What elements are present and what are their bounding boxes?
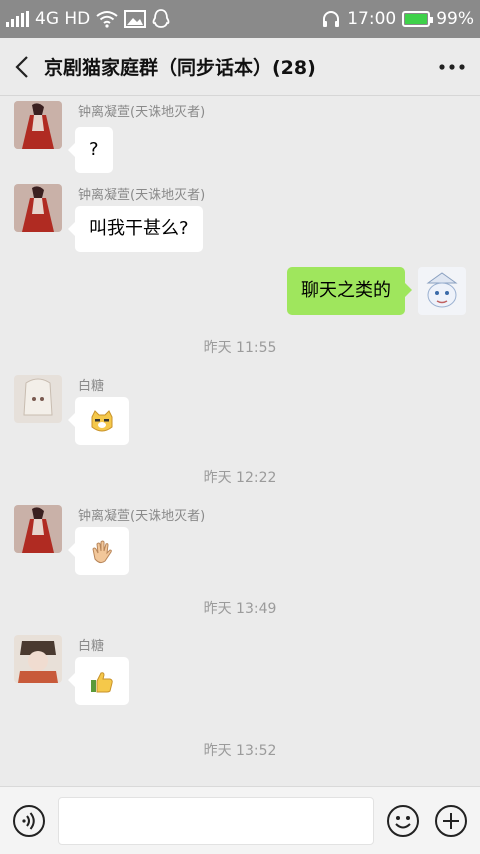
message-item: 白糖 [0,375,480,447]
image-icon [124,10,147,28]
voice-icon [13,805,45,837]
thumbs-up-emoji [91,672,113,693]
more-icon [439,63,465,70]
message-bubble[interactable]: 聊天之类的 [287,267,412,315]
sender-name: 钟离凝萱(天诛地灭者) [78,105,206,120]
back-icon [15,55,28,78]
wifi-icon [96,11,118,28]
battery-icon [402,11,434,27]
message-item: 钟离凝萱(天诛地灭者) [0,505,480,577]
message-input[interactable] [58,797,374,845]
timestamp: 昨天 12:22 [203,470,277,486]
status-bar: 4G HD 17:00 99% [0,0,480,38]
timestamp: 昨天 11:55 [203,340,277,356]
cat-face-emoji [91,410,113,432]
message-bubble[interactable] [68,397,129,445]
message-item: 白糖 [0,635,480,707]
avatar[interactable] [14,184,62,232]
sender-name: 钟离凝萱(天诛地灭者) [78,188,206,203]
avatar[interactable] [14,101,62,149]
sender-name: 钟离凝萱(天诛地灭者) [78,509,206,524]
avatar[interactable] [14,505,62,553]
more-button[interactable] [424,38,480,96]
message-item: 钟离凝萱(天诛地灭者) 叫我干甚么? [0,184,480,258]
clock: 17:00 [347,9,397,29]
signal-icon [6,11,29,27]
message-item: 聊天之类的 [0,267,480,317]
voice-button[interactable] [12,804,46,838]
message-bubble[interactable]: ? [68,127,113,173]
message-bubble[interactable]: 叫我干甚么? [68,206,203,252]
message-item: 钟离凝萱(天诛地灭者) ? [0,101,480,175]
input-bar [0,786,480,854]
sender-name: 白糖 [78,379,105,394]
network-label: 4G HD [35,9,91,29]
headset-icon [323,11,340,27]
message-list[interactable]: 钟离凝萱(天诛地灭者) ? 钟离凝萱(天诛地灭者) 叫我干甚么? 聊天之类的 昨… [0,97,480,786]
group-title: 京剧猫家庭群（同步话本）(28) [44,57,316,79]
back-button[interactable] [0,38,44,96]
sender-name: 白糖 [78,639,105,654]
battery-percent: 99% [436,9,474,29]
more-functions-button[interactable] [434,804,468,838]
timestamp: 昨天 13:49 [203,601,277,617]
avatar[interactable] [14,635,62,683]
qq-icon [152,9,170,28]
timestamp: 昨天 13:52 [203,743,277,759]
plus-icon [435,805,467,837]
message-bubble[interactable] [68,657,129,705]
message-bubble[interactable] [68,527,129,575]
emoji-icon [387,805,419,837]
chat-header: 京剧猫家庭群（同步话本）(28) [0,38,480,96]
emoji-button[interactable] [386,804,420,838]
avatar[interactable] [418,267,466,315]
avatar[interactable] [14,375,62,423]
waving-hand-emoji [92,540,112,564]
